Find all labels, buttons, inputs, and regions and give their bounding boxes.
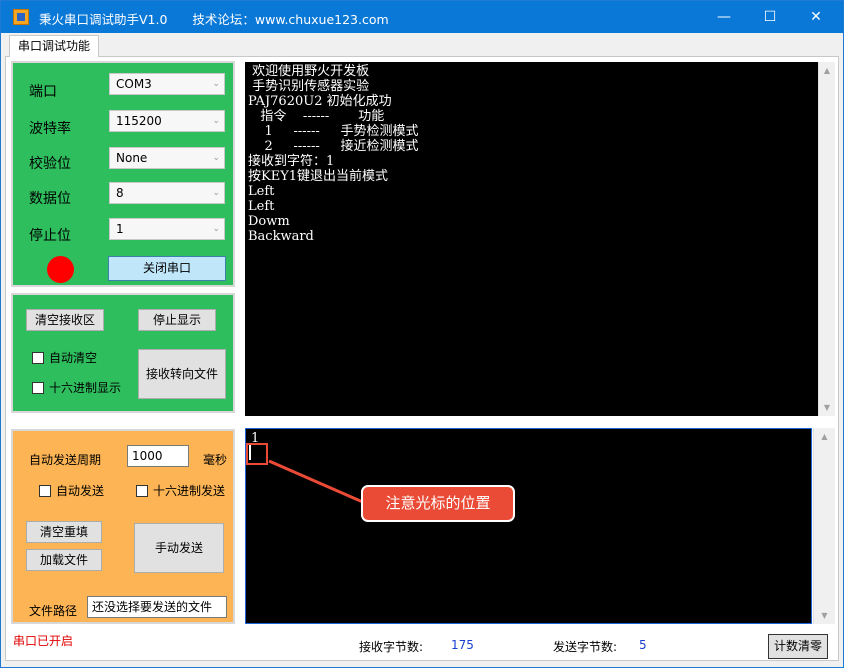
send-bytes-count: 5	[639, 638, 647, 652]
send-scrollbar[interactable]: ▲ ▼	[813, 428, 835, 624]
receive-line: 欢迎使用野火开发板	[248, 64, 370, 79]
parity-label: 校验位	[29, 156, 71, 172]
close-button[interactable]: ✕	[793, 1, 839, 33]
title-bar[interactable]: 秉火串口调试助手V1.0 技术论坛：www.chuxue123.com — ☐ …	[1, 1, 843, 33]
load-file-button[interactable]: 加载文件	[26, 549, 102, 571]
receive-line: Left	[248, 199, 275, 214]
stop-display-button[interactable]: 停止显示	[138, 309, 216, 331]
receive-area[interactable]: 欢迎使用野火开发板 手势识别传感器实验 PAJ7620U2 初始化成功 指令 -…	[245, 62, 818, 416]
checkbox-box	[32, 352, 44, 364]
receive-controls-panel: 清空接收区 停止显示 自动清空 十六进制显示 接收转向文件	[11, 293, 235, 413]
close-port-button[interactable]: 关闭串口	[108, 256, 226, 281]
app-icon	[13, 9, 29, 25]
cursor-annotation: 注意光标的位置	[361, 485, 515, 522]
send-bytes-label: 发送字节数:	[553, 640, 618, 654]
window-title: 秉火串口调试助手V1.0 技术论坛：www.chuxue123.com	[39, 12, 389, 27]
parity-select-value: None	[116, 151, 148, 165]
receive-bytes-label: 接收字节数:	[359, 640, 424, 654]
auto-send-period-label: 自动发送周期	[29, 453, 102, 467]
receive-to-file-button[interactable]: 接收转向文件	[138, 349, 226, 399]
stopbits-select-value: 1	[116, 222, 124, 236]
auto-clear-checkbox[interactable]: 自动清空	[32, 349, 97, 366]
stopbits-label: 停止位	[29, 228, 71, 244]
receive-line: PAJ7620U2 初始化成功	[248, 94, 392, 109]
receive-line: 手势识别传感器实验	[248, 79, 370, 94]
chevron-down-icon: ⌄	[212, 79, 220, 89]
chevron-down-icon[interactable]: ▼	[819, 403, 835, 412]
databits-select-value: 8	[116, 186, 124, 200]
file-path-label: 文件路径	[29, 604, 78, 618]
receive-scrollbar[interactable]: ▲ ▼	[818, 62, 835, 416]
receive-line: Dowm	[248, 214, 290, 229]
receive-line: Left	[248, 184, 275, 199]
reset-count-button[interactable]: 计数清零	[768, 634, 828, 659]
chevron-up-icon[interactable]: ▲	[819, 66, 835, 75]
port-open-status: 串口已开启	[13, 634, 74, 648]
app-window: 秉火串口调试助手V1.0 技术论坛：www.chuxue123.com — ☐ …	[0, 0, 844, 668]
receive-line: 指令 ------ 功能	[248, 109, 385, 124]
tab-serial-debug[interactable]: 串口调试功能	[9, 35, 99, 57]
auto-clear-label: 自动清空	[49, 351, 98, 365]
clear-refill-button[interactable]: 清空重填	[26, 521, 102, 543]
auto-send-period-input[interactable]: 1000	[127, 445, 189, 467]
baud-select-value: 115200	[116, 114, 162, 128]
auto-send-checkbox[interactable]: 自动发送	[39, 482, 104, 499]
send-controls-panel: 自动发送周期 1000 毫秒 自动发送 十六进制发送 清空重填 加载文件 手动发…	[11, 429, 235, 624]
hex-send-label: 十六进制发送	[153, 484, 226, 498]
chevron-down-icon: ⌄	[212, 116, 220, 126]
receive-line: 接收到字符：1	[248, 154, 335, 169]
databits-select[interactable]: 8 ⌄	[109, 182, 225, 204]
clear-receive-button[interactable]: 清空接收区	[26, 309, 104, 331]
port-select[interactable]: COM3 ⌄	[109, 73, 225, 95]
receive-bytes-count: 175	[451, 638, 474, 652]
port-select-value: COM3	[116, 77, 152, 91]
manual-send-button[interactable]: 手动发送	[134, 523, 224, 573]
checkbox-box	[32, 382, 44, 394]
maximize-button[interactable]: ☐	[747, 1, 793, 33]
receive-line: 2 ------ 接近检测模式	[248, 139, 419, 154]
stopbits-select[interactable]: 1 ⌄	[109, 218, 225, 240]
port-settings-panel: 端口 COM3 ⌄ 波特率 115200 ⌄ 校验位 None ⌄ 数据位 8 …	[11, 61, 235, 287]
hex-send-checkbox[interactable]: 十六进制发送	[136, 482, 225, 499]
checkbox-box	[39, 485, 51, 497]
period-unit-label: 毫秒	[203, 453, 228, 467]
baud-select[interactable]: 115200 ⌄	[109, 110, 225, 132]
databits-label: 数据位	[29, 191, 71, 207]
chevron-down-icon: ⌄	[212, 153, 220, 163]
port-status-indicator	[47, 256, 74, 283]
receive-line: Backward	[248, 229, 314, 244]
checkbox-box	[136, 485, 148, 497]
receive-line: 按KEY1键退出当前模式	[248, 169, 389, 184]
baud-label: 波特率	[29, 121, 71, 137]
receive-line: 1 ------ 手势检测模式	[248, 124, 419, 139]
callout-arrow	[268, 459, 366, 505]
hex-display-label: 十六进制显示	[49, 381, 122, 395]
chevron-down-icon: ⌄	[212, 224, 220, 234]
chevron-down-icon: ⌄	[212, 188, 220, 198]
hex-display-checkbox[interactable]: 十六进制显示	[32, 379, 121, 396]
port-label: 端口	[29, 84, 57, 100]
file-path-input[interactable]: 还没选择要发送的文件	[87, 596, 227, 618]
minimize-button[interactable]: —	[701, 1, 747, 33]
chevron-down-icon[interactable]: ▼	[814, 611, 835, 620]
parity-select[interactable]: None ⌄	[109, 147, 225, 169]
auto-send-label: 自动发送	[56, 484, 105, 498]
chevron-up-icon[interactable]: ▲	[814, 432, 835, 441]
